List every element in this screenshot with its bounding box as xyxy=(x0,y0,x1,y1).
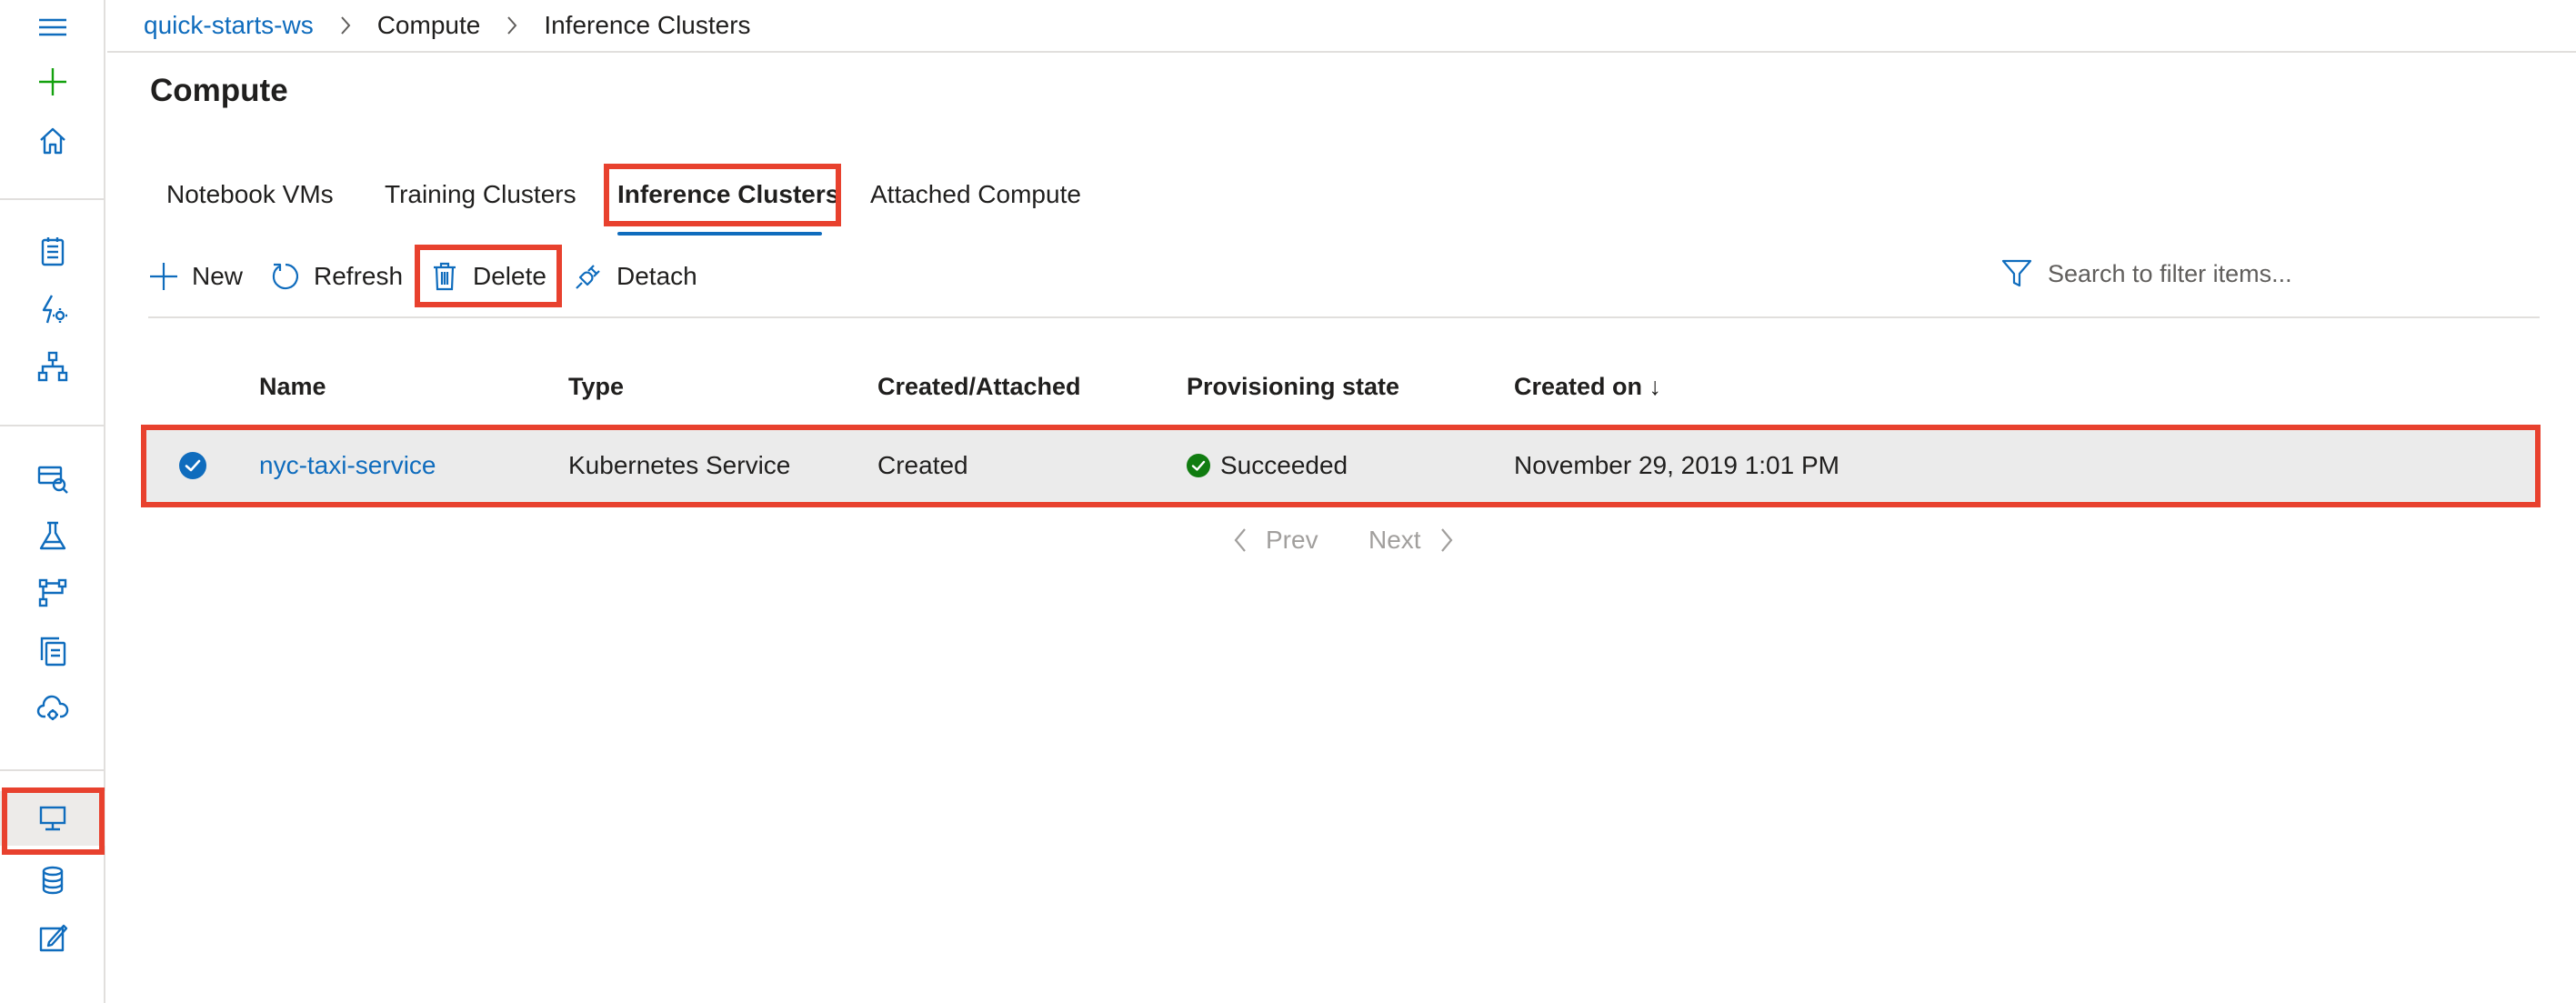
experiments-button[interactable] xyxy=(0,509,105,564)
notebooks-button[interactable] xyxy=(0,225,105,279)
success-check-icon xyxy=(1187,454,1210,477)
create-new-button[interactable] xyxy=(0,55,105,109)
automated-ml-button[interactable] xyxy=(0,282,105,336)
detach-button-label: Detach xyxy=(616,262,697,290)
tab-inference-clusters[interactable]: Inference Clusters xyxy=(617,180,839,216)
datastores-icon xyxy=(42,866,64,895)
column-header-type[interactable]: Type xyxy=(568,373,624,401)
delete-button[interactable]: Delete xyxy=(429,255,546,298)
rail-divider xyxy=(0,769,104,771)
menu-button[interactable] xyxy=(0,0,105,55)
models-icon xyxy=(40,637,66,667)
detach-plug-icon xyxy=(576,265,600,289)
delete-button-label: Delete xyxy=(473,262,546,290)
rail-divider xyxy=(0,425,104,426)
automl-icon xyxy=(42,295,67,324)
models-button[interactable] xyxy=(0,624,105,678)
experiments-icon xyxy=(39,521,66,550)
detach-button[interactable]: Detach xyxy=(573,255,697,298)
chevron-right-icon xyxy=(1440,528,1453,552)
new-button-label: New xyxy=(192,262,244,290)
datasets-button[interactable] xyxy=(0,451,105,506)
trash-icon xyxy=(434,262,456,291)
datasets-icon xyxy=(37,466,68,494)
cell-created-attached: Created xyxy=(877,451,968,479)
home-icon xyxy=(40,127,65,155)
chevron-left-icon xyxy=(1234,528,1246,552)
column-header-name[interactable]: Name xyxy=(259,373,326,401)
labeling-icon xyxy=(39,924,68,952)
search-box[interactable] xyxy=(2000,255,2537,293)
refresh-button-label: Refresh xyxy=(314,262,404,290)
plus-icon xyxy=(39,68,66,95)
chevron-right-icon xyxy=(339,15,352,35)
next-page-label: Next xyxy=(1368,526,1421,554)
breadcrumb-workspace[interactable]: quick-starts-ws xyxy=(144,11,314,40)
data-labeling-button[interactable] xyxy=(0,911,105,966)
breadcrumb: quick-starts-ws Compute Inference Cluste… xyxy=(144,9,751,42)
datastores-button[interactable] xyxy=(0,853,105,908)
prev-page-label: Prev xyxy=(1266,526,1318,554)
filter-icon xyxy=(2001,259,2032,287)
tab-attached-compute[interactable]: Attached Compute xyxy=(870,180,1081,216)
column-header-provisioning-state[interactable]: Provisioning state xyxy=(1187,373,1399,401)
designer-icon xyxy=(37,351,68,382)
designer-button[interactable] xyxy=(0,339,105,394)
compute-button[interactable] xyxy=(0,791,105,846)
menu-icon xyxy=(39,18,66,36)
refresh-icon xyxy=(272,263,299,290)
endpoints-button[interactable] xyxy=(0,682,105,737)
breadcrumb-bar: quick-starts-ws Compute Inference Cluste… xyxy=(107,0,2576,53)
column-header-created-attached[interactable]: Created/Attached xyxy=(877,373,1081,401)
active-tab-indicator xyxy=(617,232,822,236)
cell-provisioning-state: Succeeded xyxy=(1220,451,1348,479)
new-button[interactable]: New xyxy=(148,255,243,298)
left-nav-rail xyxy=(0,0,105,1003)
notebook-icon xyxy=(41,237,65,266)
next-page-button[interactable]: Next xyxy=(1368,526,1459,555)
pipelines-button[interactable] xyxy=(0,566,105,620)
page-title: Compute xyxy=(150,73,288,108)
column-header-created-on[interactable]: Created on ↓ xyxy=(1514,373,1661,401)
rail-divider xyxy=(0,198,104,200)
endpoints-icon xyxy=(36,695,69,720)
tab-training-clusters[interactable]: Training Clusters xyxy=(385,180,576,216)
cell-created-on: November 29, 2019 1:01 PM xyxy=(1514,451,1839,479)
breadcrumb-compute[interactable]: Compute xyxy=(377,11,481,40)
cell-type: Kubernetes Service xyxy=(568,451,791,479)
row-selected-check-icon[interactable] xyxy=(178,451,207,480)
breadcrumb-current: Inference Clusters xyxy=(544,11,751,39)
cell-name-link[interactable]: nyc-taxi-service xyxy=(259,451,436,480)
prev-page-button[interactable]: Prev xyxy=(1228,526,1318,555)
toolbar-divider xyxy=(148,316,2540,318)
refresh-button[interactable]: Refresh xyxy=(270,255,403,298)
chevron-right-icon xyxy=(506,15,518,35)
search-input[interactable] xyxy=(2048,259,2502,288)
plus-icon xyxy=(150,263,177,290)
pipelines-icon xyxy=(38,578,67,607)
home-button[interactable] xyxy=(0,114,105,168)
tab-notebook-vms[interactable]: Notebook VMs xyxy=(166,180,334,216)
compute-icon xyxy=(39,806,66,831)
